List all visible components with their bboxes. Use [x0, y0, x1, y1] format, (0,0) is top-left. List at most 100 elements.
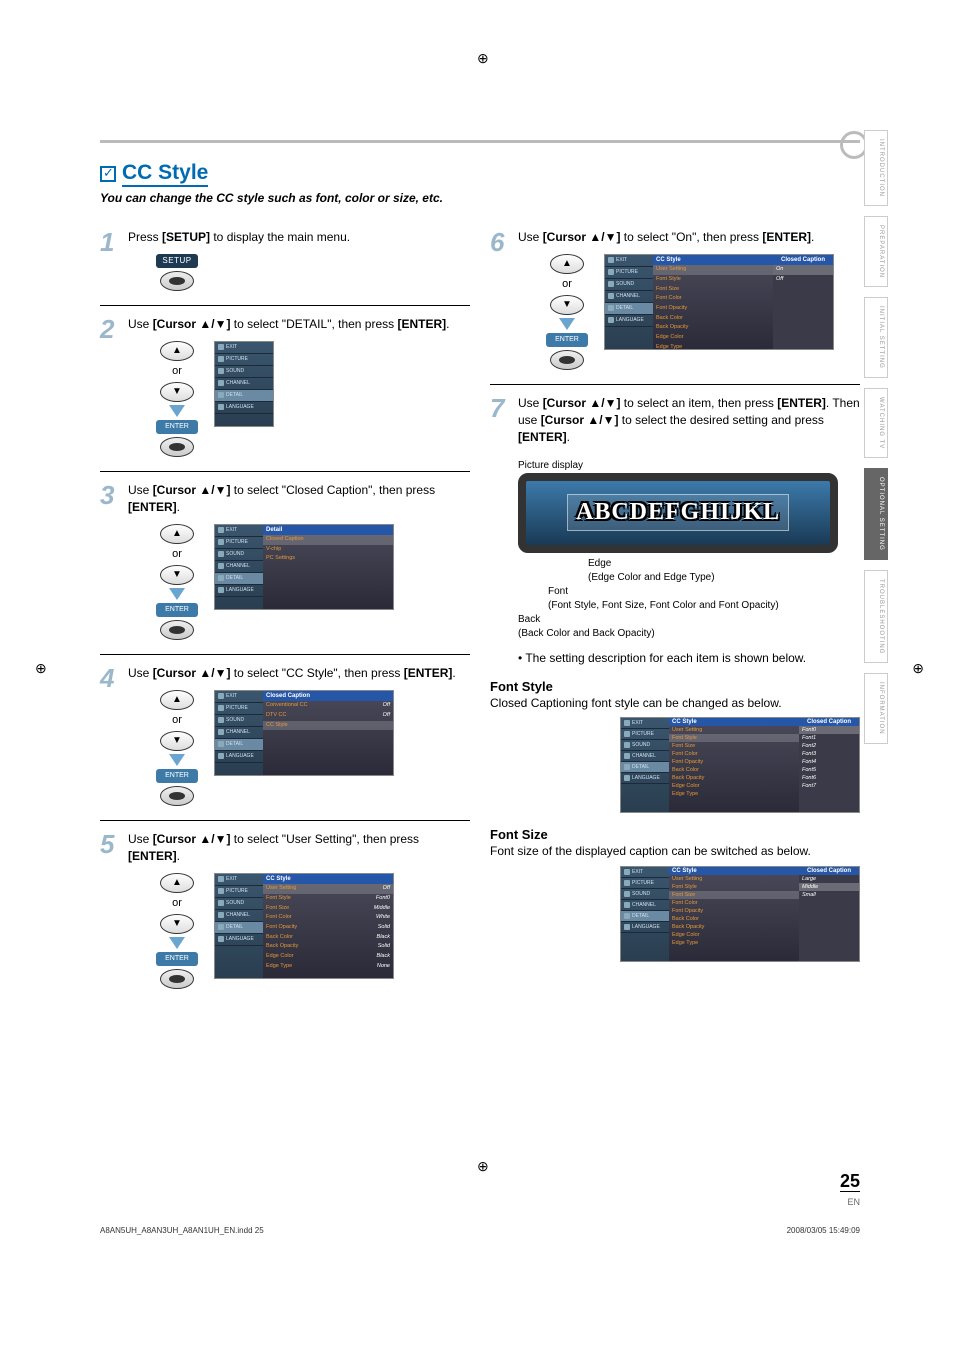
osd-row: Font Style: [653, 275, 773, 285]
osd-item: EXIT: [215, 691, 263, 703]
osd-row: Font Opacity: [669, 907, 799, 915]
step-text: .: [177, 500, 180, 514]
or-label: or: [172, 547, 182, 562]
step-number: 6: [490, 229, 508, 370]
step-6: 6 Use [Cursor ▲/▼] to select "On", then …: [490, 229, 860, 370]
step-key: [Cursor ▲/▼]: [153, 317, 231, 331]
osd-row: Font Size: [669, 891, 799, 899]
step-body: Use [Cursor ▲/▼] to select an item, then…: [518, 395, 860, 445]
step-body: Use [Cursor ▲/▼] to select "DETAIL", the…: [128, 316, 470, 457]
osd-badge: Closed Caption: [799, 718, 859, 726]
step-text: to select "DETAIL", then press: [230, 317, 397, 331]
step-text: to display the main menu.: [210, 230, 350, 244]
osd-row: Font Style: [669, 883, 799, 891]
osd-header: CC Style: [669, 718, 799, 726]
page-footer: 25 EN: [840, 1171, 860, 1210]
osd-item: DETAIL: [621, 762, 669, 773]
side-tab[interactable]: INITIAL SETTING: [864, 297, 888, 378]
osd-item: LANGUAGE: [215, 934, 263, 946]
osd-badge: Closed Caption: [773, 255, 833, 265]
round-button-icon: [160, 271, 194, 291]
step-text: Use: [518, 230, 543, 244]
arrow-down-icon: [169, 754, 185, 766]
osd-row: User Setting: [653, 265, 773, 275]
side-tab[interactable]: PREPARATION: [864, 216, 888, 287]
enter-button-icon: ENTER: [156, 952, 198, 966]
step-1: 1 Press [SETUP] to display the main menu…: [100, 229, 470, 291]
osd-cc: EXIT PICTURE SOUND CHANNEL DETAIL LANGUA…: [214, 690, 394, 776]
osd-item: PICTURE: [215, 537, 263, 549]
side-tab[interactable]: WATCHING TV: [864, 388, 888, 458]
step-text: to select "CC Style", then press: [230, 666, 403, 680]
osd-val: Font3: [799, 750, 859, 758]
osd-item: EXIT: [215, 342, 273, 354]
step-7: 7 Use [Cursor ▲/▼] to select an item, th…: [490, 395, 860, 445]
or-label: or: [172, 896, 182, 911]
step-body: Use [Cursor ▲/▼] to select "On", then pr…: [518, 229, 860, 370]
step-text: Use: [518, 396, 543, 410]
osd-row: Back Opacity: [669, 923, 799, 931]
osd-val: Font6: [799, 774, 859, 782]
step-body: Use [Cursor ▲/▼] to select "CC Style", t…: [128, 665, 470, 806]
osd-row: Closed Caption: [263, 535, 393, 545]
arrow-down-icon: [559, 318, 575, 330]
step-number: 5: [100, 831, 118, 989]
arrow-down-icon: [169, 405, 185, 417]
step-key: [ENTER]: [762, 230, 811, 244]
osd-val: Font5: [799, 766, 859, 774]
osd-item: DETAIL: [215, 922, 263, 934]
step-number: 2: [100, 316, 118, 457]
osd-item: CHANNEL: [621, 900, 669, 911]
osd-row: Edge Color: [669, 931, 799, 939]
step-text: Use: [128, 666, 153, 680]
side-tab[interactable]: TROUBLESHOOTING: [864, 570, 888, 663]
title-row: CC Style: [100, 161, 860, 187]
step-key: [Cursor ▲/▼]: [153, 832, 231, 846]
step-2: 2 Use [Cursor ▲/▼] to select "DETAIL", t…: [100, 316, 470, 457]
up-button-icon: ▲: [160, 873, 194, 893]
osd-val: Font2: [799, 742, 859, 750]
osd-row: Edge Type: [669, 790, 799, 798]
side-tab[interactable]: INFORMATION: [864, 673, 888, 744]
anno-label: Edge: [588, 558, 611, 569]
up-button-icon: ▲: [160, 524, 194, 544]
osd-item: LANGUAGE: [215, 751, 263, 763]
osd-row: Back Opacity: [669, 774, 799, 782]
setup-button-icon: SETUP: [156, 254, 198, 268]
footer-file: A8AN5UH_A8AN3UH_A8AN1UH_EN.indd 25: [100, 1226, 264, 1235]
step-key: [ENTER]: [128, 849, 177, 863]
step-text: .: [446, 317, 449, 331]
crop-mark-right-icon: ⊕: [912, 660, 924, 677]
enter-button-icon: ENTER: [156, 769, 198, 783]
step-key: [Cursor ▲/▼]: [153, 483, 231, 497]
osd-item: LANGUAGE: [215, 402, 273, 414]
step-text: Use: [128, 832, 153, 846]
or-label: or: [172, 364, 182, 379]
osd-ccstyle: EXIT PICTURE SOUND CHANNEL DETAIL LANGUA…: [214, 873, 394, 979]
osd-header: Detail: [263, 525, 393, 535]
osd-item: EXIT: [215, 525, 263, 537]
osd-val: Middle: [799, 883, 859, 891]
arrow-down-icon: [169, 588, 185, 600]
osd-item: CHANNEL: [215, 378, 273, 390]
osd-row: Edge Color: [669, 782, 799, 790]
osd-row: Font ColorWhite: [263, 913, 393, 923]
osd-item: SOUND: [215, 366, 273, 378]
step-text: .: [567, 430, 570, 444]
enter-button-icon: ENTER: [156, 420, 198, 434]
osd-row: Font Color: [669, 750, 799, 758]
round-button-icon: [160, 786, 194, 806]
step-4: 4 Use [Cursor ▲/▼] to select "CC Style",…: [100, 665, 470, 806]
up-button-icon: ▲: [160, 341, 194, 361]
osd-item: DETAIL: [605, 303, 653, 315]
osd-item: LANGUAGE: [215, 585, 263, 597]
step-text: Press: [128, 230, 162, 244]
side-tab[interactable]: INTRODUCTION: [864, 130, 888, 206]
osd-header: CC Style: [669, 867, 799, 875]
up-button-icon: ▲: [550, 254, 584, 274]
side-tab[interactable]: OPTIONAL SETTING: [864, 468, 888, 560]
osd-row: DTV CCOff: [263, 711, 393, 721]
anno-label: Font: [548, 586, 568, 597]
osd-item: EXIT: [215, 874, 263, 886]
osd-item: PICTURE: [605, 267, 653, 279]
